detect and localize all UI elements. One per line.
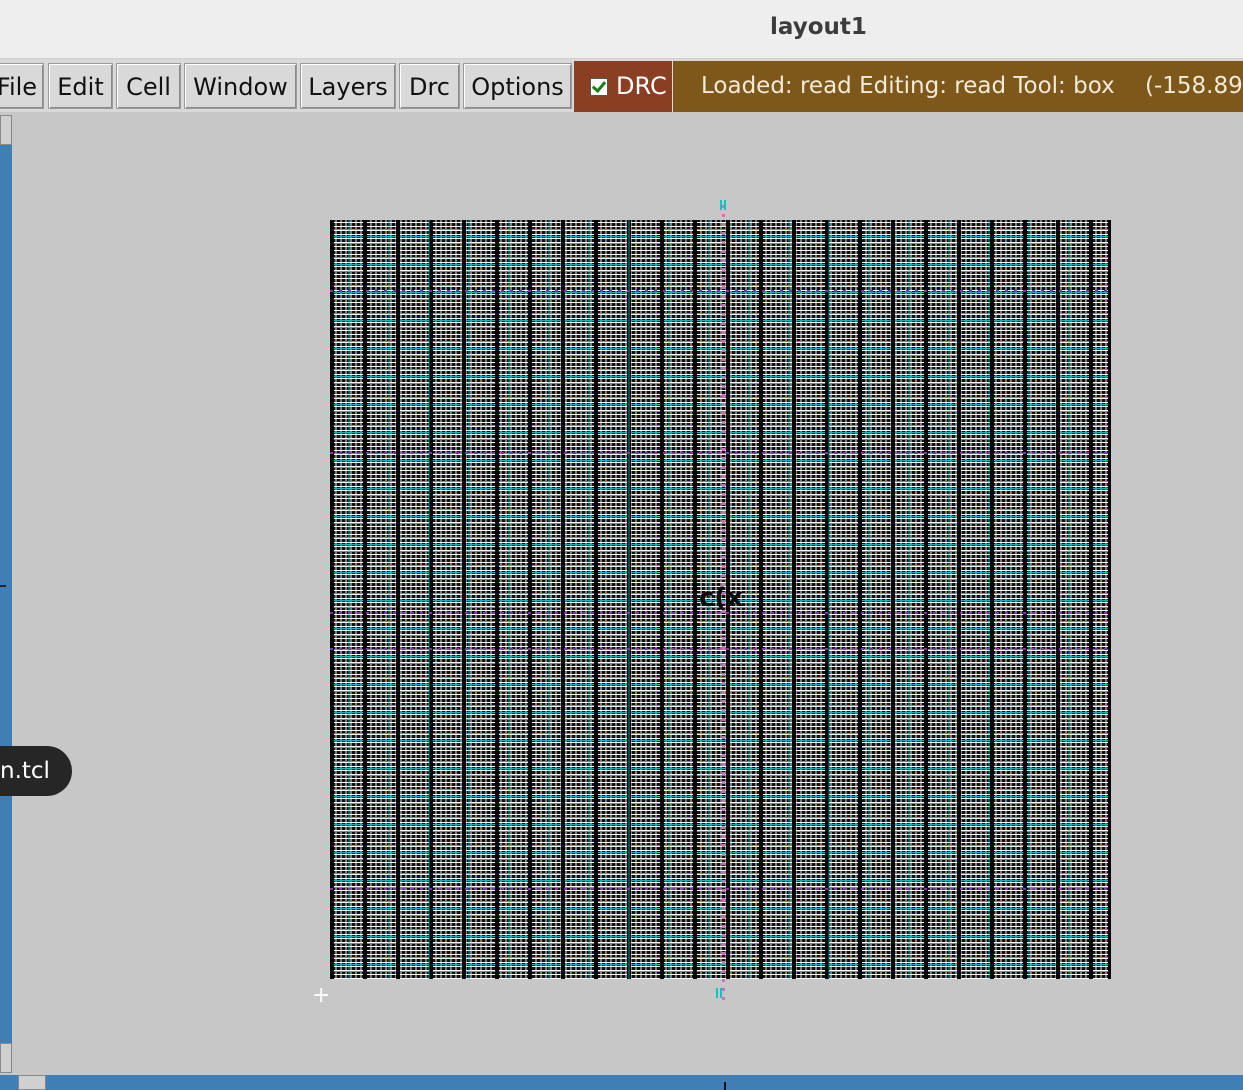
menu-file[interactable]: File bbox=[0, 63, 44, 109]
drc-toggle-button[interactable]: DRC bbox=[574, 61, 672, 112]
drc-toggle-label: DRC bbox=[616, 72, 667, 100]
via-row bbox=[330, 888, 1108, 890]
scroll-up-arrow-icon[interactable] bbox=[0, 115, 12, 145]
horizontal-scrollbar[interactable] bbox=[0, 1075, 1243, 1090]
menu-options[interactable]: Options bbox=[463, 63, 572, 109]
crosshair-icon: + bbox=[312, 983, 331, 1008]
vertical-scrollbar[interactable] bbox=[0, 115, 12, 1073]
bottom-pin bbox=[716, 988, 724, 998]
top-pin bbox=[720, 200, 728, 210]
via-row bbox=[330, 290, 1108, 292]
left-tick-mark bbox=[0, 585, 6, 587]
menu-edit[interactable]: Edit bbox=[48, 63, 113, 109]
menu-cell[interactable]: Cell bbox=[116, 63, 181, 109]
cell-origin-marker: c(x bbox=[699, 583, 744, 613]
scroll-left-arrow-icon[interactable] bbox=[18, 1075, 46, 1090]
window-title: layout1 bbox=[770, 14, 867, 40]
title-bar: layout1 bbox=[0, 0, 1243, 59]
scroll-down-arrow-icon[interactable] bbox=[0, 1043, 12, 1073]
file-tooltip: n.tcl bbox=[0, 746, 72, 796]
status-text: Loaded: read Editing: read Tool: box bbox=[701, 73, 1115, 99]
menu-window[interactable]: Window bbox=[184, 63, 297, 109]
via-row bbox=[330, 648, 1108, 650]
menu-drc[interactable]: Drc bbox=[399, 63, 460, 109]
checkbox-icon[interactable] bbox=[590, 78, 608, 96]
via-row bbox=[330, 452, 1108, 454]
status-bar: Loaded: read Editing: read Tool: box (-1… bbox=[673, 61, 1243, 112]
cursor-coordinates: (-158.89 bbox=[1145, 73, 1243, 99]
menu-layers[interactable]: Layers bbox=[300, 63, 396, 109]
scroll-position-tick bbox=[724, 1082, 726, 1090]
